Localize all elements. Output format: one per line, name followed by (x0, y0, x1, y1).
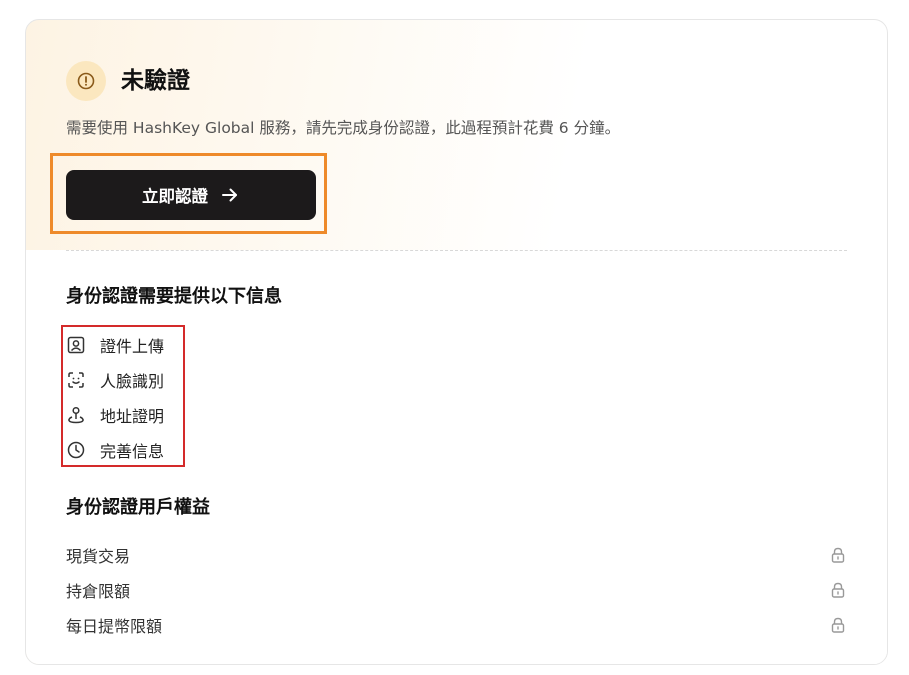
requirement-label: 人臉識別 (100, 372, 165, 391)
lock-icon (831, 617, 845, 633)
status-icon-badge (66, 61, 106, 101)
verification-card: 未驗證 需要使用 HashKey Global 服務，請先完成身份認證，此過程預… (25, 19, 888, 665)
status-title: 未驗證 (121, 68, 190, 94)
location-pin-icon (68, 406, 84, 424)
section-divider (66, 250, 847, 251)
clock-icon (67, 441, 85, 459)
verify-now-button[interactable]: 立即認證 (66, 170, 316, 220)
face-scan-icon (68, 372, 84, 388)
alert-circle-icon (77, 72, 95, 90)
requirements-title: 身份認證需要提供以下信息 (66, 286, 282, 307)
requirement-item-document-upload: 證件上傳 (66, 332, 164, 358)
status-description: 需要使用 HashKey Global 服務，請先完成身份認證，此過程預計花費 … (66, 119, 621, 137)
lock-icon (831, 547, 845, 563)
lock-icon (831, 582, 845, 598)
benefit-item-daily-withdrawal-limit: 每日提幣限額 (66, 612, 847, 638)
requirement-label: 證件上傳 (100, 337, 165, 356)
requirement-item-complete-info: 完善信息 (66, 437, 164, 463)
benefit-item-spot-trading: 現貨交易 (66, 542, 847, 568)
verify-now-label: 立即認證 (142, 187, 208, 206)
arrow-right-icon (222, 188, 237, 202)
benefits-title: 身份認證用戶權益 (66, 497, 210, 518)
id-card-icon (67, 336, 85, 354)
requirement-label: 完善信息 (100, 442, 165, 461)
requirement-label: 地址證明 (100, 407, 165, 426)
benefit-label: 持倉限額 (66, 582, 131, 601)
benefit-item-position-limit: 持倉限額 (66, 577, 847, 603)
benefit-label: 現貨交易 (66, 547, 131, 566)
requirement-item-address-proof: 地址證明 (66, 402, 164, 428)
benefit-label: 每日提幣限額 (66, 617, 163, 636)
requirement-item-face-recognition: 人臉識別 (66, 367, 164, 393)
